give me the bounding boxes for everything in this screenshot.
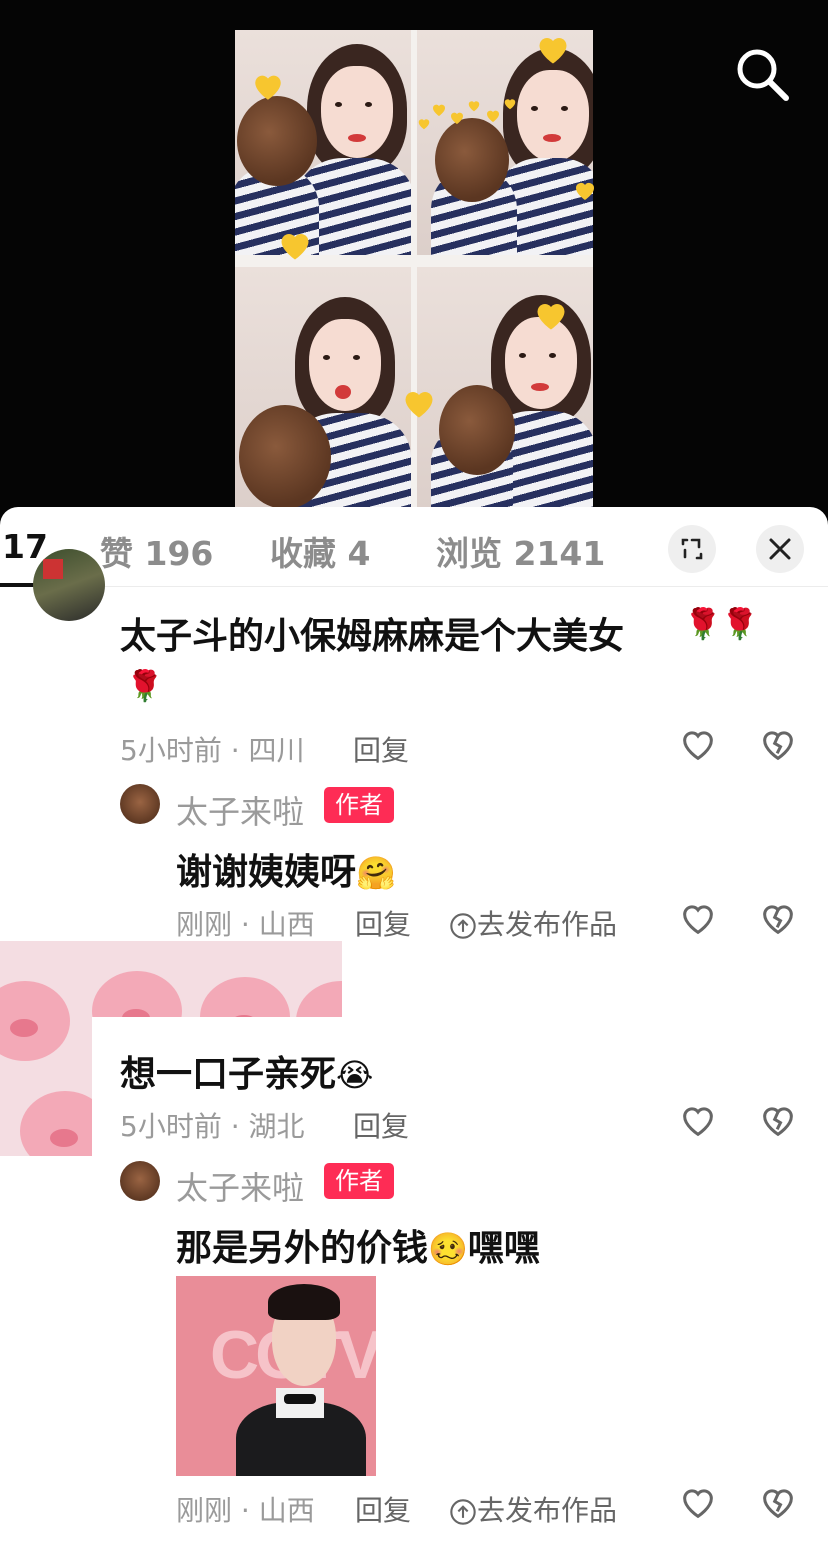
upload-circle-icon (450, 913, 476, 939)
like-button[interactable] (678, 725, 718, 765)
dislike-button[interactable] (758, 899, 798, 939)
comment-meta: 5小时前 · 湖北 (120, 1110, 305, 1143)
comment-body: 太子斗的小保姆麻麻是个大美女 (120, 616, 625, 657)
comment-text: 想一口子亲死😭 (120, 1045, 373, 1097)
comment-body: 想一口子亲死 (120, 1054, 337, 1095)
video-player[interactable] (0, 0, 828, 520)
broken-heart-icon (763, 1107, 793, 1137)
heart-sticker-icon (573, 174, 597, 208)
heart-sticker-icon (533, 298, 569, 334)
heart-outline-icon (683, 731, 713, 761)
hug-emoji: 🤗 (356, 854, 396, 892)
broken-heart-icon (763, 731, 793, 761)
reply-button[interactable]: 回复 (355, 903, 411, 943)
rose-emoji: 🌹 (126, 669, 164, 704)
collage-photo-1 (235, 30, 411, 255)
avatar[interactable] (33, 549, 105, 621)
reply-body: 那是另外的价钱 (176, 1228, 429, 1269)
reply-text: 谢谢姨姨呀🤗 (176, 843, 396, 895)
author-avatar[interactable] (120, 1161, 160, 1201)
like-button[interactable] (678, 899, 718, 939)
broken-heart-icon (763, 1489, 793, 1519)
heart-sticker-icon (277, 228, 313, 264)
tab-favorites[interactable]: 收藏 4 (270, 527, 370, 575)
woozy-emoji: 🥴 (428, 1230, 468, 1268)
heart-sticker-icon (401, 386, 437, 422)
publish-work-button[interactable]: 去发布作品 (449, 1489, 617, 1529)
author-badge: 作者 (324, 787, 394, 823)
close-icon (769, 538, 791, 560)
like-button[interactable] (678, 1101, 718, 1141)
publish-work-label: 去发布作品 (477, 1494, 618, 1527)
reply-meta: 刚刚 · 山西 (176, 908, 315, 941)
rose-emoji: 🌹🌹 (684, 607, 759, 642)
dislike-button[interactable] (758, 725, 798, 765)
reply-button[interactable]: 回复 (353, 1105, 409, 1145)
heart-sticker-icon (503, 96, 517, 110)
heart-sticker-icon (485, 108, 501, 124)
author-name[interactable]: 太子来啦 (176, 787, 304, 833)
reply-meta: 刚刚 · 山西 (176, 1494, 315, 1527)
author-badge: 作者 (324, 1163, 394, 1199)
expand-icon (681, 538, 703, 560)
comment-meta: 5小时前 · 四川 (120, 734, 305, 767)
publish-work-label: 去发布作品 (477, 908, 618, 941)
close-button[interactable] (756, 525, 804, 573)
heart-outline-icon (683, 1489, 713, 1519)
dislike-button[interactable] (758, 1483, 798, 1523)
heart-sticker-icon (431, 102, 447, 118)
collage-photo-3 (235, 267, 411, 510)
comment-text: 太子斗的小保姆麻麻是个大美女 (120, 607, 624, 659)
heart-outline-icon (683, 1107, 713, 1137)
reply-text: 那是另外的价钱🥴嘿嘿 (176, 1219, 540, 1271)
author-avatar[interactable] (120, 784, 160, 824)
search-icon (737, 49, 789, 101)
stats-bar: 17 赞 196 收藏 4 浏览 2141 (0, 507, 828, 587)
tab-views[interactable]: 浏览 2141 (436, 527, 605, 575)
reply-button[interactable]: 回复 (353, 729, 409, 769)
tab-likes[interactable]: 赞 196 (100, 527, 213, 575)
comment-panel: 17 赞 196 收藏 4 浏览 2141 太子斗的小保姆麻麻是个大美女 🌹🌹 … (0, 507, 828, 1552)
reply-body-suffix: 嘿嘿 (467, 1228, 540, 1269)
upload-circle-icon (450, 1499, 476, 1525)
heart-sticker-icon (251, 70, 285, 104)
photo-collage (235, 30, 594, 510)
reply-body: 谢谢姨姨呀 (176, 852, 357, 893)
author-name[interactable]: 太子来啦 (176, 1163, 304, 1209)
heart-sticker-icon (535, 32, 571, 68)
heart-outline-icon (683, 905, 713, 935)
crying-emoji: 😭 (336, 1056, 374, 1094)
dislike-button[interactable] (758, 1101, 798, 1141)
expand-button[interactable] (668, 525, 716, 573)
like-button[interactable] (678, 1483, 718, 1523)
reply-button[interactable]: 回复 (355, 1489, 411, 1529)
reply-image[interactable]: CCTV (176, 1276, 376, 1476)
heart-sticker-icon (417, 116, 431, 130)
heart-sticker-icon (467, 98, 481, 112)
search-button[interactable] (732, 44, 792, 104)
heart-sticker-icon (449, 110, 465, 126)
publish-work-button[interactable]: 去发布作品 (449, 903, 617, 943)
broken-heart-icon (763, 905, 793, 935)
